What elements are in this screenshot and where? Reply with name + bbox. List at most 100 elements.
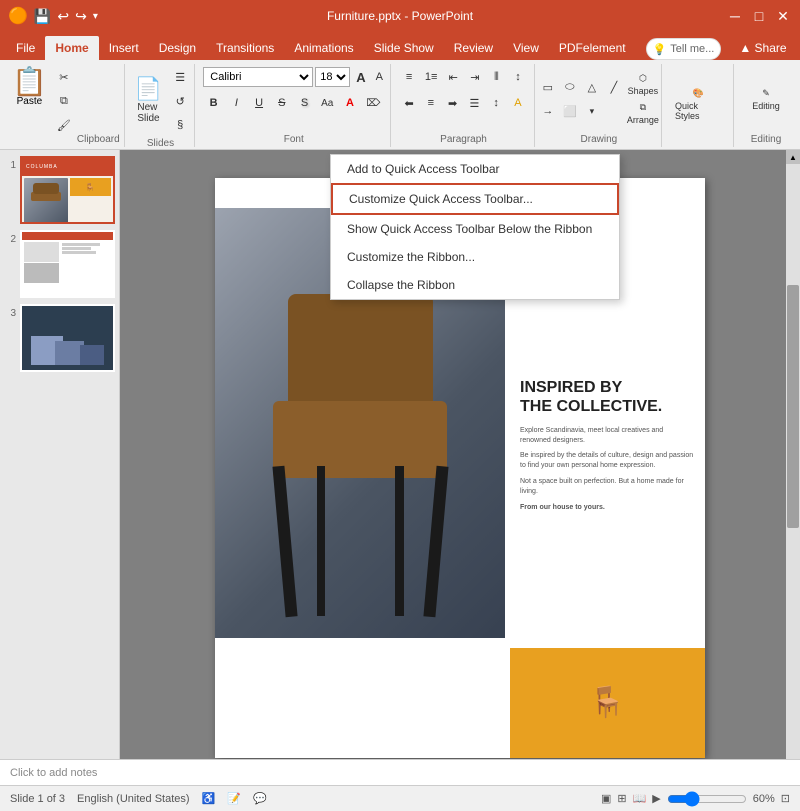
font-family-select[interactable]: Calibri bbox=[203, 67, 313, 87]
dropdown-item-2[interactable]: Customize Quick Access Toolbar... bbox=[331, 183, 619, 215]
tell-me-input[interactable]: 💡 Tell me... bbox=[646, 38, 722, 60]
decrease-indent-btn[interactable]: ⇤ bbox=[443, 66, 463, 88]
bold-btn[interactable]: B bbox=[203, 92, 224, 114]
editing-button[interactable]: ✎ Editing bbox=[747, 85, 785, 114]
tab-slideshow[interactable]: Slide Show bbox=[364, 36, 444, 60]
tab-file[interactable]: File bbox=[6, 36, 45, 60]
font-color-btn[interactable]: A bbox=[340, 92, 361, 114]
view-slideshow[interactable]: ▶ bbox=[652, 792, 660, 805]
window-title: Furniture.pptx - PowerPoint bbox=[327, 9, 473, 23]
align-right-btn[interactable]: ➡ bbox=[443, 92, 463, 114]
text-highlight-btn[interactable]: A bbox=[508, 92, 528, 114]
shape-rect[interactable]: ▭ bbox=[537, 76, 559, 98]
format-painter-button[interactable]: 🖌 bbox=[53, 114, 75, 136]
bullets-btn[interactable]: ≡ bbox=[399, 66, 419, 88]
thumb2-line3 bbox=[62, 251, 96, 254]
tab-insert[interactable]: Insert bbox=[99, 36, 149, 60]
numbering-btn[interactable]: 1≡ bbox=[421, 66, 442, 88]
underline-btn[interactable]: U bbox=[249, 92, 270, 114]
minimize-btn[interactable]: ─ bbox=[726, 7, 744, 25]
qat-customize-btn[interactable]: ▾ bbox=[93, 11, 98, 22]
drawing-content: ▭ ⬭ △ ╱ → ⬜ ▾ ⬡ Shapes ⧉ Arrange bbox=[537, 66, 661, 132]
comments-btn[interactable]: 💬 bbox=[253, 792, 267, 805]
slide-image-2[interactable] bbox=[20, 230, 115, 298]
copy-button[interactable]: ⧉ bbox=[53, 90, 75, 112]
ribbon-tabs: File Home Insert Design Transitions Anim… bbox=[0, 32, 800, 60]
zoom-slider[interactable] bbox=[667, 791, 747, 807]
tab-share[interactable]: ▲ Share bbox=[729, 36, 796, 60]
italic-btn[interactable]: I bbox=[226, 92, 247, 114]
scroll-up-btn[interactable]: ▲ bbox=[786, 150, 800, 164]
arrange-icon: ⧉ bbox=[640, 102, 646, 113]
strikethrough-btn[interactable]: S bbox=[271, 92, 292, 114]
arrange-button[interactable]: ⧉ Arrange bbox=[625, 100, 661, 127]
dropdown-item-1[interactable]: Add to Quick Access Toolbar bbox=[331, 155, 619, 183]
reset-button[interactable]: ↺ bbox=[169, 90, 191, 112]
tab-design[interactable]: Design bbox=[149, 36, 206, 60]
tab-home[interactable]: Home bbox=[45, 36, 98, 60]
cut-button[interactable]: ✂ bbox=[53, 66, 75, 88]
layout-button[interactable]: ☰ bbox=[169, 66, 191, 88]
shape-line[interactable]: ╱ bbox=[603, 76, 625, 98]
thumb2-header bbox=[22, 232, 113, 240]
vertical-scrollbar[interactable]: ▲ ▼ bbox=[786, 150, 800, 785]
shape-oval[interactable]: ⬭ bbox=[559, 76, 581, 98]
font-bottom-row: B I U S S Aa A ⌦ bbox=[203, 92, 384, 114]
slide-image-3[interactable] bbox=[20, 304, 115, 372]
shapes-label: Shapes bbox=[628, 86, 659, 96]
paste-icon: 📋 bbox=[12, 68, 47, 96]
notes-btn[interactable]: 📝 bbox=[227, 792, 241, 805]
tab-view[interactable]: View bbox=[503, 36, 549, 60]
section-button[interactable]: § bbox=[169, 114, 191, 136]
columns-btn[interactable]: ⫴ bbox=[487, 66, 507, 88]
slide-thumb-1: 1 COLUMBA 🪑 bbox=[4, 156, 115, 224]
tab-pdfelement[interactable]: PDFelement bbox=[549, 36, 636, 60]
view-normal[interactable]: ▣ bbox=[601, 792, 611, 805]
thumb1-header: COLUMBA bbox=[22, 158, 113, 176]
accessibility-icon: ♿ bbox=[202, 792, 216, 805]
clipboard-right: ✂ ⧉ 🖌 bbox=[53, 66, 75, 136]
notes-placeholder[interactable]: Click to add notes bbox=[10, 767, 97, 779]
justify-btn[interactable]: ☰ bbox=[465, 92, 485, 114]
increase-indent-btn[interactable]: ⇥ bbox=[465, 66, 485, 88]
tab-review[interactable]: Review bbox=[444, 36, 503, 60]
save-btn[interactable]: 💾 bbox=[34, 8, 51, 25]
tab-transitions[interactable]: Transitions bbox=[206, 36, 284, 60]
paste-label: Paste bbox=[17, 96, 43, 107]
view-reading[interactable]: 📖 bbox=[633, 792, 647, 805]
shadow-btn[interactable]: S bbox=[294, 92, 315, 114]
text-direction-btn[interactable]: ↕ bbox=[508, 66, 528, 88]
paste-button[interactable]: 📋 Paste bbox=[8, 66, 51, 109]
font-size-select[interactable]: 18 bbox=[315, 67, 350, 87]
align-left-btn[interactable]: ⬅ bbox=[399, 92, 419, 114]
redo-btn[interactable]: ↪ bbox=[75, 8, 87, 25]
dropdown-item-4[interactable]: Customize the Ribbon... bbox=[331, 243, 619, 271]
shape-arrow[interactable]: → bbox=[537, 100, 559, 122]
undo-btn[interactable]: ↩ bbox=[57, 8, 69, 25]
shape-textbox[interactable]: ⬜ bbox=[559, 100, 581, 122]
dropdown-item-3[interactable]: Show Quick Access Toolbar Below the Ribb… bbox=[331, 215, 619, 243]
quick-styles-button[interactable]: 🎨 Quick Styles bbox=[670, 85, 727, 124]
shape-triangle[interactable]: △ bbox=[581, 76, 603, 98]
fit-slide-btn[interactable]: ⊡ bbox=[781, 792, 790, 805]
clear-format-btn[interactable]: ⌦ bbox=[362, 92, 384, 114]
increase-font-btn[interactable]: A bbox=[352, 66, 369, 88]
more-shapes-btn[interactable]: ▾ bbox=[581, 100, 603, 122]
view-outline[interactable]: ⊞ bbox=[617, 792, 626, 805]
chair-leg2 bbox=[423, 465, 448, 616]
shapes-button[interactable]: ⬡ Shapes bbox=[625, 71, 661, 98]
decrease-font-btn[interactable]: A bbox=[372, 66, 387, 88]
close-btn[interactable]: ✕ bbox=[774, 7, 792, 25]
new-slide-button[interactable]: 📄 NewSlide bbox=[130, 75, 167, 127]
slide-image-1[interactable]: COLUMBA 🪑 bbox=[20, 156, 115, 224]
quick-styles-content: 🎨 Quick Styles bbox=[670, 66, 727, 143]
dropdown-item-5[interactable]: Collapse the Ribbon bbox=[331, 271, 619, 299]
restore-btn[interactable]: □ bbox=[750, 7, 768, 25]
slide-thumb-2: 2 bbox=[4, 230, 115, 298]
line-spacing-btn[interactable]: ↕ bbox=[486, 92, 506, 114]
change-case-btn[interactable]: Aa bbox=[317, 92, 338, 114]
tab-animations[interactable]: Animations bbox=[284, 36, 363, 60]
align-center-btn[interactable]: ≡ bbox=[421, 92, 441, 114]
thumb2-line1 bbox=[62, 243, 101, 246]
scroll-thumb[interactable] bbox=[787, 285, 799, 528]
